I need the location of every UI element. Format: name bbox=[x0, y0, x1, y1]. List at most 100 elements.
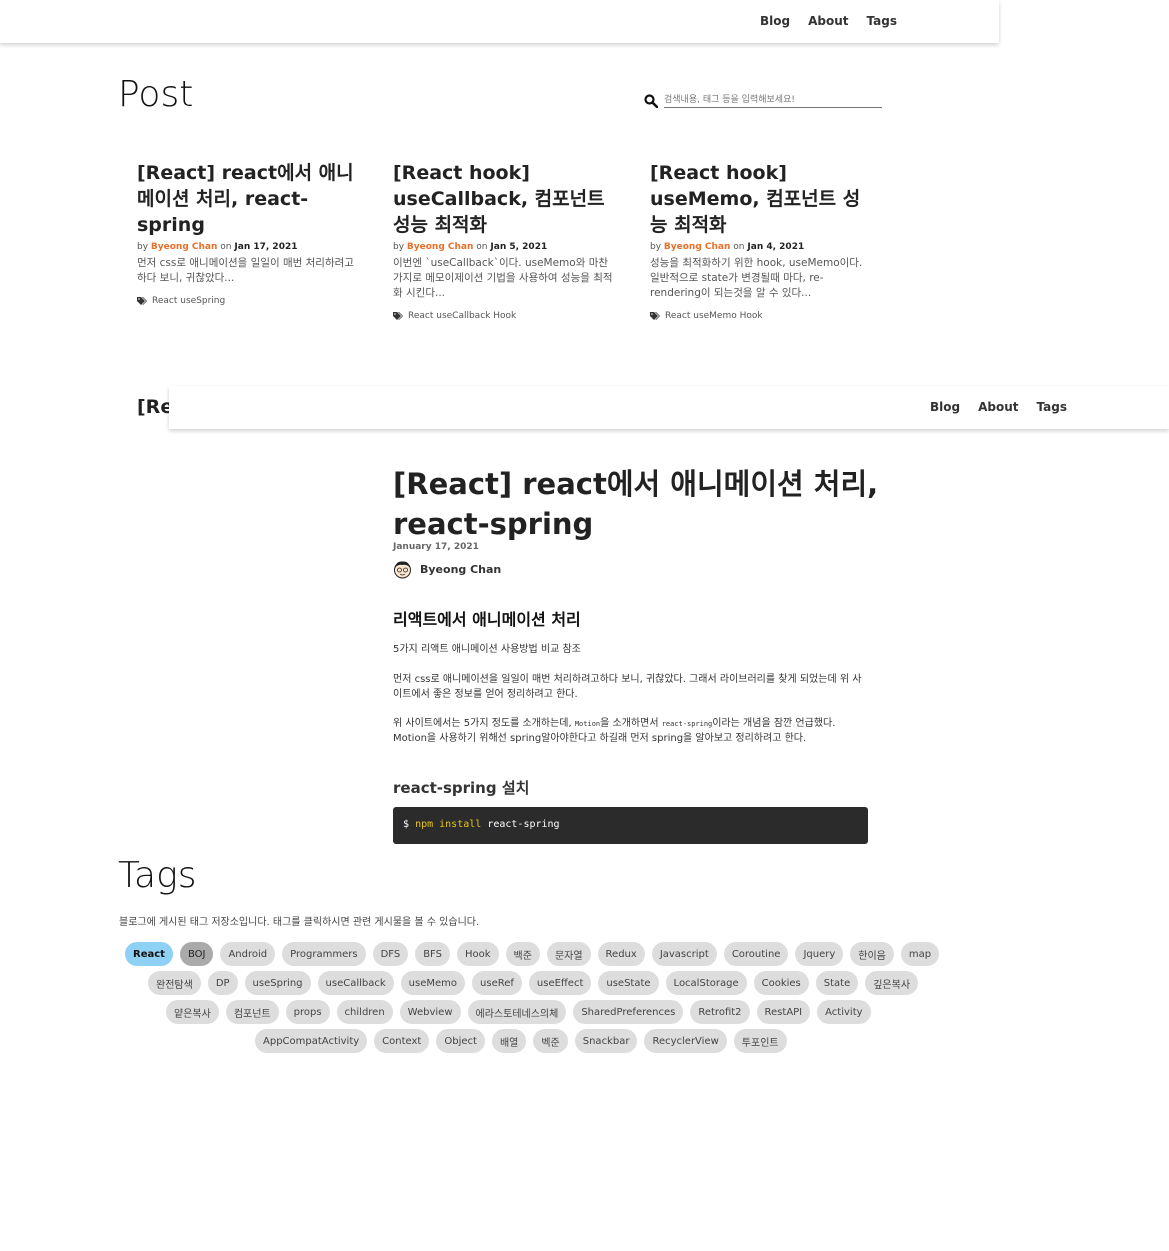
tag-chip[interactable]: Snackbar bbox=[574, 1029, 638, 1053]
nav-blog-link[interactable]: Blog bbox=[930, 400, 960, 414]
nav-tags-link[interactable]: Tags bbox=[1037, 400, 1067, 414]
tag-chip[interactable]: useSpring bbox=[244, 971, 311, 995]
article-paragraph: 먼저 css로 애니메이션을 일일이 매번 처리하려고하다 보니, 귀찮았다. … bbox=[393, 674, 862, 700]
post-card-tag-list[interactable]: React useMemo Hook bbox=[665, 311, 763, 321]
article-heading: 리액트에서 애니메이션 처리 bbox=[393, 610, 581, 629]
tag-chip[interactable]: DFS bbox=[372, 942, 409, 966]
inline-code: Motion bbox=[574, 720, 601, 728]
post-card[interactable]: [React hook] useCallback, 컴포넌트 성능 최적화 by… bbox=[393, 160, 615, 321]
tag-chip[interactable]: 배열 bbox=[491, 1029, 527, 1053]
tag-chip[interactable]: Cookies bbox=[753, 971, 809, 995]
tag-chip[interactable]: useEffect bbox=[528, 971, 592, 995]
tag-chip[interactable]: 깊은복사 bbox=[865, 971, 919, 995]
tag-chip[interactable]: RestAPI bbox=[756, 1000, 811, 1024]
tag-row: 완전탐색 DP useSpring useCallback useMemo us… bbox=[148, 971, 919, 995]
page-title: Post bbox=[118, 74, 194, 115]
tag-chip[interactable]: 얕은복사 bbox=[166, 1000, 219, 1024]
nav-tags-link[interactable]: Tags bbox=[867, 14, 897, 28]
tag-row: 얕은복사 컴포넌트 props children Webview 에라스토테네스… bbox=[166, 1000, 871, 1024]
article-text: 을 소개하면서 bbox=[600, 718, 662, 729]
tag-chip[interactable]: 한이음 bbox=[850, 942, 894, 966]
search-icon[interactable] bbox=[644, 94, 658, 108]
on-label: on bbox=[476, 242, 488, 252]
tag-chip[interactable]: React bbox=[125, 942, 173, 966]
tag-chip[interactable]: useCallback bbox=[317, 971, 394, 995]
tag-row: React BOJ Android Programmers DFS BFS Ho… bbox=[125, 942, 940, 966]
post-card-meta: by Byeong Chan on Jan 17, 2021 bbox=[137, 242, 359, 252]
post-card-title[interactable]: [React hook] useMemo, 컴포넌트 성능 최적화 bbox=[650, 160, 872, 238]
by-label: by bbox=[650, 242, 662, 252]
tag-chip[interactable]: children bbox=[336, 1000, 393, 1024]
tag-chip[interactable]: AppCompatActivity bbox=[255, 1029, 368, 1053]
article-text: 위 사이트에서는 5가지 정도를 소개하는데, bbox=[393, 718, 575, 729]
article-author-name: Byeong Chan bbox=[420, 563, 502, 576]
on-label: on bbox=[220, 242, 232, 252]
post-detail-screen: Blog About Tags [React] react에서 애니메이션 처리… bbox=[169, 386, 1169, 846]
tags-icon bbox=[137, 296, 147, 305]
tag-chip[interactable]: BFS bbox=[415, 942, 450, 966]
article-paragraph: 위 사이트에서는 5가지 정도를 소개하는데, Motion을 소개하면서 re… bbox=[393, 717, 868, 746]
tag-chip[interactable]: SharedPreferences bbox=[573, 1000, 684, 1024]
tag-chip[interactable]: 에라스토테네스의체 bbox=[467, 1000, 567, 1024]
inline-code: react-spring bbox=[661, 720, 713, 728]
tag-chip[interactable]: DP bbox=[207, 971, 238, 995]
article-subheading: react-spring 설치 bbox=[393, 779, 530, 797]
tag-chip[interactable]: useMemo bbox=[400, 971, 466, 995]
tag-chip[interactable]: Javascript bbox=[651, 942, 717, 966]
post-card-title[interactable]: [React] react에서 애니메이션 처리, react-spring bbox=[137, 160, 359, 238]
tag-chip[interactable]: Android bbox=[220, 942, 276, 966]
post-author[interactable]: Byeong Chan bbox=[151, 242, 218, 252]
nav-blog-link[interactable]: Blog bbox=[760, 14, 790, 28]
tag-chip[interactable]: 벡준 bbox=[533, 1029, 568, 1053]
tag-chip[interactable]: Hook bbox=[456, 942, 499, 966]
tag-chip[interactable]: BOJ bbox=[179, 942, 214, 966]
tag-chip[interactable]: map bbox=[900, 942, 940, 966]
tags-screen: Tags 블로그에 게시된 태그 저장소입니다. 태그를 클릭하시면 관련 게시… bbox=[0, 825, 1169, 1251]
post-card-meta: by Byeong Chan on Jan 4, 2021 bbox=[650, 242, 872, 252]
tag-chip[interactable]: useRef bbox=[472, 971, 522, 995]
post-date: Jan 4, 2021 bbox=[747, 242, 805, 252]
post-card[interactable]: [React] react에서 애니메이션 처리, react-spring b… bbox=[137, 160, 359, 306]
post-card-excerpt: 이번엔 `useCallback`이다. useMemo와 마찬가지로 메모이제… bbox=[393, 257, 613, 299]
top-nav: Blog About Tags bbox=[0, 0, 999, 43]
search-input[interactable] bbox=[664, 92, 882, 108]
tag-chip[interactable]: Redux bbox=[597, 942, 645, 966]
by-label: by bbox=[393, 242, 405, 252]
tag-chip[interactable]: Jquery bbox=[795, 942, 844, 966]
tag-chip[interactable]: LocalStorage bbox=[665, 971, 747, 995]
post-card-title[interactable]: [React hook] useCallback, 컴포넌트 성능 최적화 bbox=[393, 160, 615, 238]
nav-about-link[interactable]: About bbox=[978, 400, 1018, 414]
tag-chip[interactable]: 백준 bbox=[505, 942, 540, 966]
post-author[interactable]: Byeong Chan bbox=[407, 242, 474, 252]
search-bar bbox=[644, 92, 884, 110]
post-card[interactable]: [React hook] useMemo, 컴포넌트 성능 최적화 by Bye… bbox=[650, 160, 872, 321]
tag-chip[interactable]: RecyclerView bbox=[644, 1029, 727, 1053]
tag-chip[interactable]: Programmers bbox=[282, 942, 366, 966]
tag-chip[interactable]: Coroutine bbox=[723, 942, 789, 966]
post-card-title[interactable]: [Re 데이 시 s bbox=[137, 394, 169, 420]
tag-chip[interactable]: Context bbox=[374, 1029, 430, 1053]
by-label: by bbox=[137, 242, 149, 252]
article-author: Byeong Chan bbox=[393, 560, 501, 579]
post-card-tag-list[interactable]: React useCallback Hook bbox=[408, 311, 516, 321]
tag-chip[interactable]: props bbox=[285, 1000, 330, 1024]
post-card[interactable]: [Re 데이 시 s bbox=[137, 394, 169, 474]
tag-chip[interactable]: 투포인트 bbox=[733, 1029, 787, 1053]
tag-chip[interactable]: useState bbox=[598, 971, 659, 995]
post-card-excerpt: 먼저 css로 애니메이션을 일일이 매번 처리하려고하다 보니, 귀찮았다..… bbox=[137, 257, 354, 284]
post-card-tag-list[interactable]: React useSpring bbox=[152, 296, 225, 306]
tag-chip[interactable]: Webview bbox=[399, 1000, 461, 1024]
tag-chip[interactable]: Object bbox=[436, 1029, 485, 1053]
tag-chip[interactable]: 완전탐색 bbox=[148, 971, 201, 995]
post-date: Jan 5, 2021 bbox=[490, 242, 548, 252]
post-author[interactable]: Byeong Chan bbox=[664, 242, 731, 252]
top-nav: Blog About Tags bbox=[169, 386, 1169, 429]
tag-chip[interactable]: Activity bbox=[817, 1000, 871, 1024]
tag-chip[interactable]: Retrofit2 bbox=[690, 1000, 750, 1024]
nav-about-link[interactable]: About bbox=[808, 14, 848, 28]
tag-chip[interactable]: 문자열 bbox=[546, 942, 591, 966]
post-card-tags: React useCallback Hook bbox=[393, 311, 615, 321]
tag-chip[interactable]: 컴포넌트 bbox=[225, 1000, 279, 1024]
tag-chip[interactable]: State bbox=[815, 971, 859, 995]
post-date: Jan 17, 2021 bbox=[234, 242, 298, 252]
